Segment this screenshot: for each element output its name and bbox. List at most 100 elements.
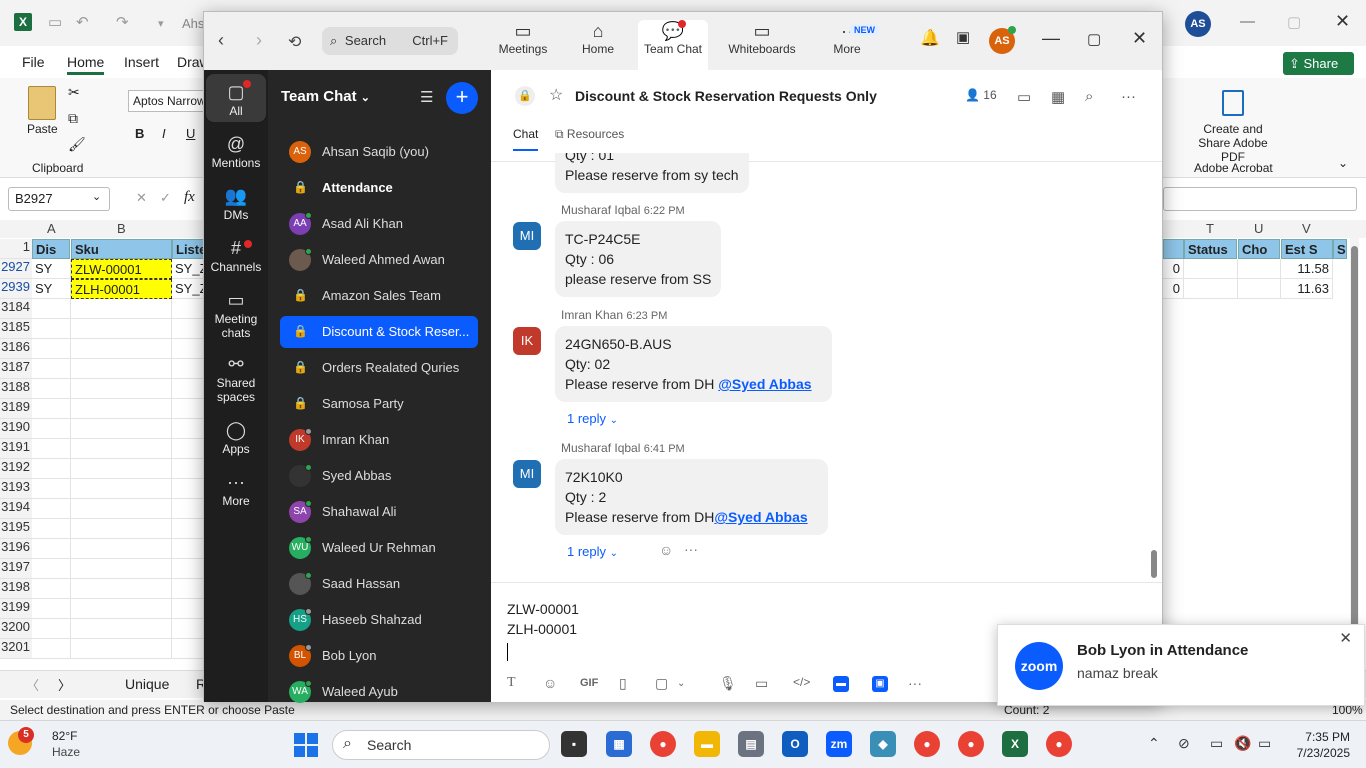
search-input[interactable]: ⌕ Search Ctrl+F — [322, 27, 458, 55]
members-button[interactable]: 👤 16 — [965, 88, 997, 102]
message-bubble[interactable]: TC-P24C5E Qty : 06 please reserve from S… — [555, 221, 722, 297]
vertical-scrollbar[interactable] — [1350, 236, 1359, 666]
outlook-icon[interactable]: O — [782, 731, 808, 757]
cell[interactable] — [32, 479, 71, 499]
clock[interactable]: 7:35 PM 7/23/2025 — [1297, 729, 1350, 761]
row-number[interactable]: 3185 — [0, 319, 32, 339]
maximize-icon[interactable]: ▢ — [1087, 30, 1101, 48]
next-sheet-icon[interactable]: 〉 — [58, 675, 71, 694]
cell[interactable] — [32, 599, 71, 619]
channel-title[interactable]: Discount & Stock Reservation Requests On… — [575, 88, 877, 104]
scroll-thumb[interactable] — [1351, 246, 1358, 646]
display-icon[interactable]: ▭ — [1210, 735, 1223, 752]
cell[interactable] — [172, 599, 206, 619]
screenshot-icon[interactable]: ▢ — [655, 675, 668, 692]
col-v[interactable]: V — [1302, 221, 1311, 236]
function-icon[interactable]: fx — [184, 189, 195, 206]
cell[interactable] — [1184, 279, 1238, 299]
cell[interactable]: 11.63 — [1281, 279, 1333, 299]
cell[interactable] — [172, 639, 206, 659]
sheet-tab-unique[interactable]: Unique — [125, 676, 169, 692]
minimize-icon[interactable]: — — [1042, 28, 1060, 49]
rail-shared-spaces[interactable]: ⚯ Shared spaces — [206, 352, 266, 404]
cell[interactable] — [71, 519, 172, 539]
cell[interactable]: SY — [32, 259, 71, 279]
more-options-icon[interactable]: ··· — [1121, 88, 1136, 105]
close-icon[interactable]: ✕ — [1339, 629, 1352, 647]
reply-link[interactable]: 1 reply ⌄ — [567, 411, 618, 426]
cell[interactable]: 0 — [1163, 279, 1184, 299]
cell[interactable] — [71, 439, 172, 459]
app-icon[interactable]: ▬ — [833, 676, 849, 692]
header-cell[interactable]: Cho — [1238, 239, 1280, 259]
cell[interactable] — [1238, 259, 1281, 279]
cell[interactable] — [71, 299, 172, 319]
cell[interactable] — [172, 439, 206, 459]
cell[interactable] — [172, 359, 206, 379]
cell[interactable] — [71, 419, 172, 439]
chat-list-item[interactable]: WU Waleed Ur Rehman — [280, 532, 478, 564]
cell[interactable] — [71, 479, 172, 499]
row-number[interactable]: 3190 — [0, 419, 32, 439]
cell[interactable] — [71, 579, 172, 599]
notification-toast[interactable]: zoom Bob Lyon in Attendance namaz break … — [997, 624, 1365, 706]
quick-access-dropdown-icon[interactable]: ▾ — [158, 17, 164, 30]
chat-tab[interactable]: Chat — [513, 127, 539, 151]
file-explorer-icon[interactable]: ▬ — [694, 731, 720, 757]
volume-mute-icon[interactable]: 🔇 — [1234, 735, 1251, 752]
gif-button[interactable]: GIF — [580, 677, 598, 689]
chevron-down-icon[interactable]: ⌄ — [677, 678, 685, 689]
chrome-icon[interactable]: ● — [650, 731, 676, 757]
cell[interactable] — [1238, 279, 1281, 299]
cut-icon[interactable]: ✂ — [68, 84, 80, 101]
sender-avatar[interactable]: MI — [513, 222, 541, 250]
tab-insert[interactable]: Insert — [124, 54, 159, 70]
message-bubble[interactable]: Qty : 01 Please reserve from sy tech — [555, 153, 749, 193]
cell[interactable] — [71, 319, 172, 339]
cell[interactable] — [71, 459, 172, 479]
chat-list-item[interactable]: 🔒 Amazon Sales Team — [280, 280, 478, 312]
file-icon[interactable]: ▯ — [619, 675, 627, 692]
emoji-icon[interactable]: ☺ — [543, 675, 557, 691]
rail-apps[interactable]: ◯ Apps — [206, 418, 266, 456]
code-snippet-icon[interactable]: </> — [793, 675, 810, 689]
row-number[interactable]: 3184 — [0, 299, 32, 319]
header-cell[interactable]: Est S — [1281, 239, 1333, 259]
row-number[interactable]: 3196 — [0, 539, 32, 559]
more-actions-icon[interactable]: ··· — [684, 541, 698, 557]
col-t[interactable]: T — [1206, 221, 1214, 236]
cell[interactable] — [172, 499, 206, 519]
rail-dms[interactable]: 👥 DMs — [206, 184, 266, 222]
cell[interactable] — [32, 439, 71, 459]
cell[interactable] — [71, 539, 172, 559]
col-b[interactable]: B — [117, 221, 126, 236]
cell[interactable] — [172, 459, 206, 479]
cell[interactable]: 11.58 — [1281, 259, 1333, 279]
tab-meetings[interactable]: ▭ Meetings — [488, 20, 558, 56]
chat-scrollbar-thumb[interactable] — [1151, 550, 1157, 578]
rail-mentions[interactable]: @ Mentions — [206, 132, 266, 170]
chat-list-item[interactable]: Saad Hassan — [280, 568, 478, 600]
redo-icon[interactable]: ↷ — [116, 13, 129, 31]
formula-input-right[interactable] — [1163, 187, 1357, 211]
reply-link[interactable]: 1 reply ⌄ — [567, 544, 618, 559]
more-options-icon[interactable]: ··· — [908, 675, 922, 691]
sku-cell[interactable]: ZLH-00001 — [71, 279, 172, 299]
cell[interactable] — [172, 379, 206, 399]
video-call-icon[interactable]: ▭ — [1017, 88, 1031, 106]
tab-team-chat[interactable]: 💬 Team Chat — [638, 20, 708, 70]
row-number[interactable]: 3194 — [0, 499, 32, 519]
bell-icon[interactable]: 🔔 — [920, 28, 940, 48]
row-number[interactable]: 1 — [0, 239, 32, 259]
cell[interactable] — [71, 359, 172, 379]
microphone-icon[interactable]: 🎙 — [719, 675, 737, 692]
store-icon[interactable]: ▦ — [606, 731, 632, 757]
cell[interactable] — [1184, 259, 1238, 279]
battery-icon[interactable]: ▭ — [1258, 735, 1271, 752]
new-chat-button[interactable]: + — [446, 82, 478, 114]
chat-list-item[interactable]: SA Shahawal Ali — [280, 496, 478, 528]
col-a[interactable]: A — [47, 221, 56, 236]
calendar-icon[interactable]: ▣ — [956, 28, 970, 46]
chat-list-item[interactable]: Syed Abbas — [280, 460, 478, 492]
cell[interactable] — [32, 299, 71, 319]
